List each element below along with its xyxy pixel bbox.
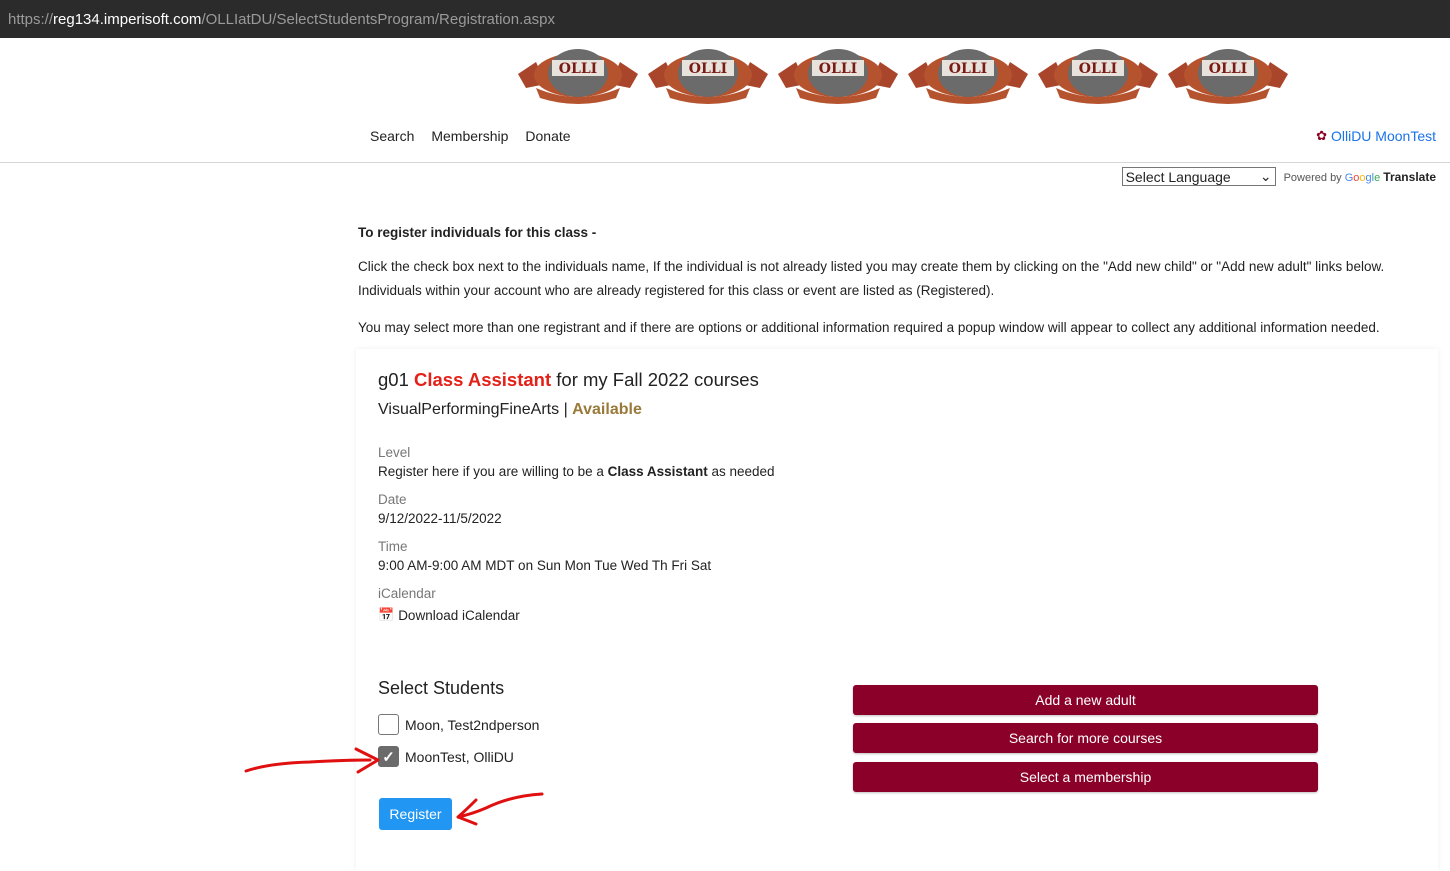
level-value: Register here if you are willing to be a… [378, 464, 775, 479]
student-checkbox-checked[interactable]: ✓ [378, 746, 399, 767]
download-icalendar-text: Download iCalendar [398, 607, 520, 623]
olli-logo-east[interactable]: OLLI [1036, 44, 1160, 106]
time-label: Time [378, 539, 408, 554]
url-scheme: https:// [8, 10, 54, 28]
date-value: 9/12/2022-11/5/2022 [378, 511, 502, 526]
intro-paragraph-2: You may select more than one registrant … [358, 320, 1380, 335]
url-path: /OLLIatDU/SelectStudentsProgram/Registra… [201, 10, 555, 28]
olli-logo-central-2[interactable]: OLLI [906, 44, 1030, 106]
add-new-adult-button[interactable]: Add a new adult [853, 685, 1318, 715]
student-row[interactable]: ✓ MoonTest, OlliDU [378, 746, 514, 767]
header-divider [0, 162, 1450, 163]
student-row[interactable]: Moon, Test2ndperson [378, 714, 539, 735]
level-text-post: as needed [711, 464, 775, 479]
course-category: VisualPerformingFineArts [378, 401, 560, 418]
svg-text:OLLI: OLLI [689, 61, 727, 77]
icalendar-label: iCalendar [378, 586, 436, 601]
svg-text:OLLI: OLLI [1079, 61, 1117, 77]
course-title: g01 Class Assistant for my Fall 2022 cou… [378, 369, 759, 391]
download-icalendar-link[interactable]: 📅 Download iCalendar [378, 607, 520, 623]
course-card: g01 Class Assistant for my Fall 2022 cou… [356, 349, 1438, 871]
nav-donate[interactable]: Donate [525, 128, 570, 144]
intro-title: To register individuals for this class - [358, 225, 597, 240]
intro-paragraph-1: Click the check box next to the individu… [358, 259, 1385, 298]
olli-logo-central[interactable]: OLLI [516, 44, 640, 106]
language-select[interactable]: Select Language ⌄ [1121, 167, 1276, 186]
translate-link[interactable]: Translate [1383, 170, 1436, 184]
level-text-pre: Register here if you are willing to be a [378, 464, 604, 479]
search-more-courses-button[interactable]: Search for more courses [853, 723, 1318, 753]
time-value: 9:00 AM-9:00 AM MDT on Sun Mon Tue Wed T… [378, 558, 712, 573]
svg-text:OLLI: OLLI [1209, 61, 1247, 77]
main-nav: Search Membership Donate [370, 128, 571, 144]
level-text-bold: Class Assistant [607, 464, 708, 479]
register-button[interactable]: Register [379, 798, 452, 830]
student-checkbox[interactable] [378, 714, 399, 735]
olli-logo-boulder[interactable]: OLLI [1166, 44, 1290, 106]
nav-search[interactable]: Search [370, 128, 414, 144]
gear-icon: ✿ [1316, 128, 1327, 143]
user-menu[interactable]: ✿ OlliDU MoonTest [1316, 128, 1436, 144]
google-wordmark: Google [1344, 171, 1381, 184]
chevron-down-icon: ⌄ [1259, 168, 1272, 184]
select-membership-button[interactable]: Select a membership [853, 762, 1318, 792]
powered-by-google: Powered by Google Translate [1284, 170, 1436, 184]
course-title-highlight: Class Assistant [414, 369, 552, 390]
course-separator: | [563, 401, 568, 418]
nav-membership[interactable]: Membership [431, 128, 508, 144]
url-host: reg134.imperisoft.com [53, 10, 202, 28]
google-logo-text: Google [1345, 172, 1380, 184]
date-label: Date [378, 492, 407, 507]
svg-text:OLLI: OLLI [819, 61, 857, 77]
olli-logo-west[interactable]: OLLI [646, 44, 770, 106]
course-status: Available [572, 401, 642, 418]
select-students-title: Select Students [378, 678, 505, 698]
course-title-rest: for my Fall 2022 courses [556, 369, 759, 390]
student-name: MoonTest, OlliDU [405, 748, 514, 765]
google-translate: Select Language ⌄ Powered by Google Tran… [1121, 167, 1436, 186]
calendar-icon: 📅 [378, 607, 395, 622]
level-label: Level [378, 445, 411, 460]
powered-by-text: Powered by [1283, 171, 1342, 184]
svg-text:OLLI: OLLI [949, 61, 987, 77]
olli-logos: OLLI OLLI OLLI OLLI OLLI OLLI [516, 44, 1290, 106]
student-name: Moon, Test2ndperson [405, 716, 540, 733]
user-name: OlliDU MoonTest [1330, 128, 1436, 144]
course-subtitle: VisualPerformingFineArts | Available [378, 401, 642, 419]
svg-text:OLLI: OLLI [559, 61, 597, 77]
olli-logo-south[interactable]: OLLI [776, 44, 900, 106]
url-bar[interactable]: https://reg134.imperisoft.com/OLLIatDU/S… [0, 0, 1450, 38]
course-code: g01 [378, 369, 409, 390]
language-select-value: Select Language [1125, 168, 1231, 185]
